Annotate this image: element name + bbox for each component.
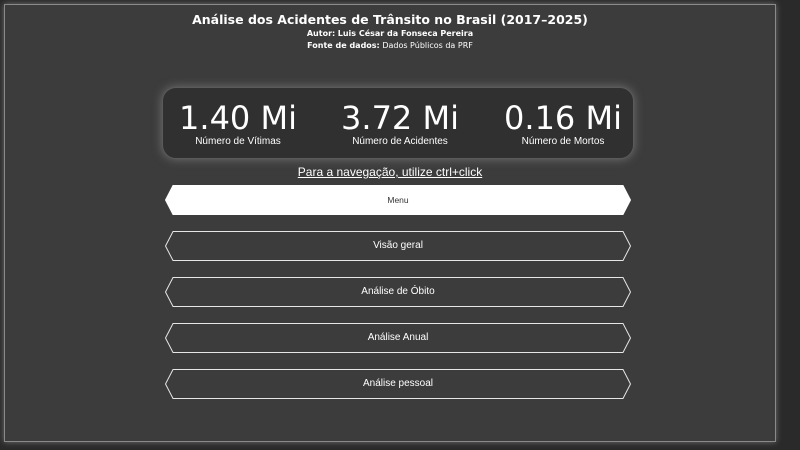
kpi-deaths-value: 0.16 Mi [504,99,622,137]
author-line: Autor: Luis César da Fonseca Pereira [5,28,775,40]
overview-button-label: Visão geral [373,240,423,251]
source-value: Dados Públicos da PRF [382,41,473,50]
kpi-victims: 1.40 Mi Número de Vítimas [163,100,313,148]
menu-button-label: Menu [387,195,409,205]
report-header: Análise dos Acidentes de Trânsito no Bra… [5,12,775,52]
personal-analysis-button-label: Análise pessoal [362,378,434,389]
source-line: Fonte de dados: Dados Públicos da PRF [5,40,775,52]
author-value: Luis César da Fonseca Pereira [337,29,474,38]
kpi-card: 1.40 Mi Número de Vítimas 3.72 Mi Número… [162,87,634,159]
kpi-accidents: 3.72 Mi Número de Acidentes [325,100,475,148]
annual-analysis-button[interactable]: Análise Anual [165,323,631,353]
report-page: Análise dos Acidentes de Trânsito no Bra… [4,4,776,442]
source-label: Fonte de dados: [307,41,380,50]
menu-button[interactable]: Menu [165,185,631,215]
kpi-deaths: 0.16 Mi Número de Mortos [488,100,638,148]
navigation-hint: Para a navegação, utilize ctrl+click [297,165,483,179]
death-analysis-button-label: Análise de Óbito [361,286,435,297]
personal-analysis-button[interactable]: Análise pessoal [165,369,631,399]
kpi-deaths-label: Número de Mortos [521,136,605,147]
kpi-victims-value: 1.40 Mi [179,99,297,137]
kpi-accidents-label: Número de Acidentes [352,136,448,147]
author-label: Autor: [306,29,336,38]
death-analysis-button[interactable]: Análise de Óbito [165,277,631,307]
overview-button[interactable]: Visão geral [165,231,631,261]
kpi-victims-label: Número de Vítimas [195,136,281,147]
annual-analysis-button-label: Análise Anual [367,332,429,343]
report-title: Análise dos Acidentes de Trânsito no Bra… [192,12,588,27]
kpi-accidents-value: 3.72 Mi [341,99,459,137]
